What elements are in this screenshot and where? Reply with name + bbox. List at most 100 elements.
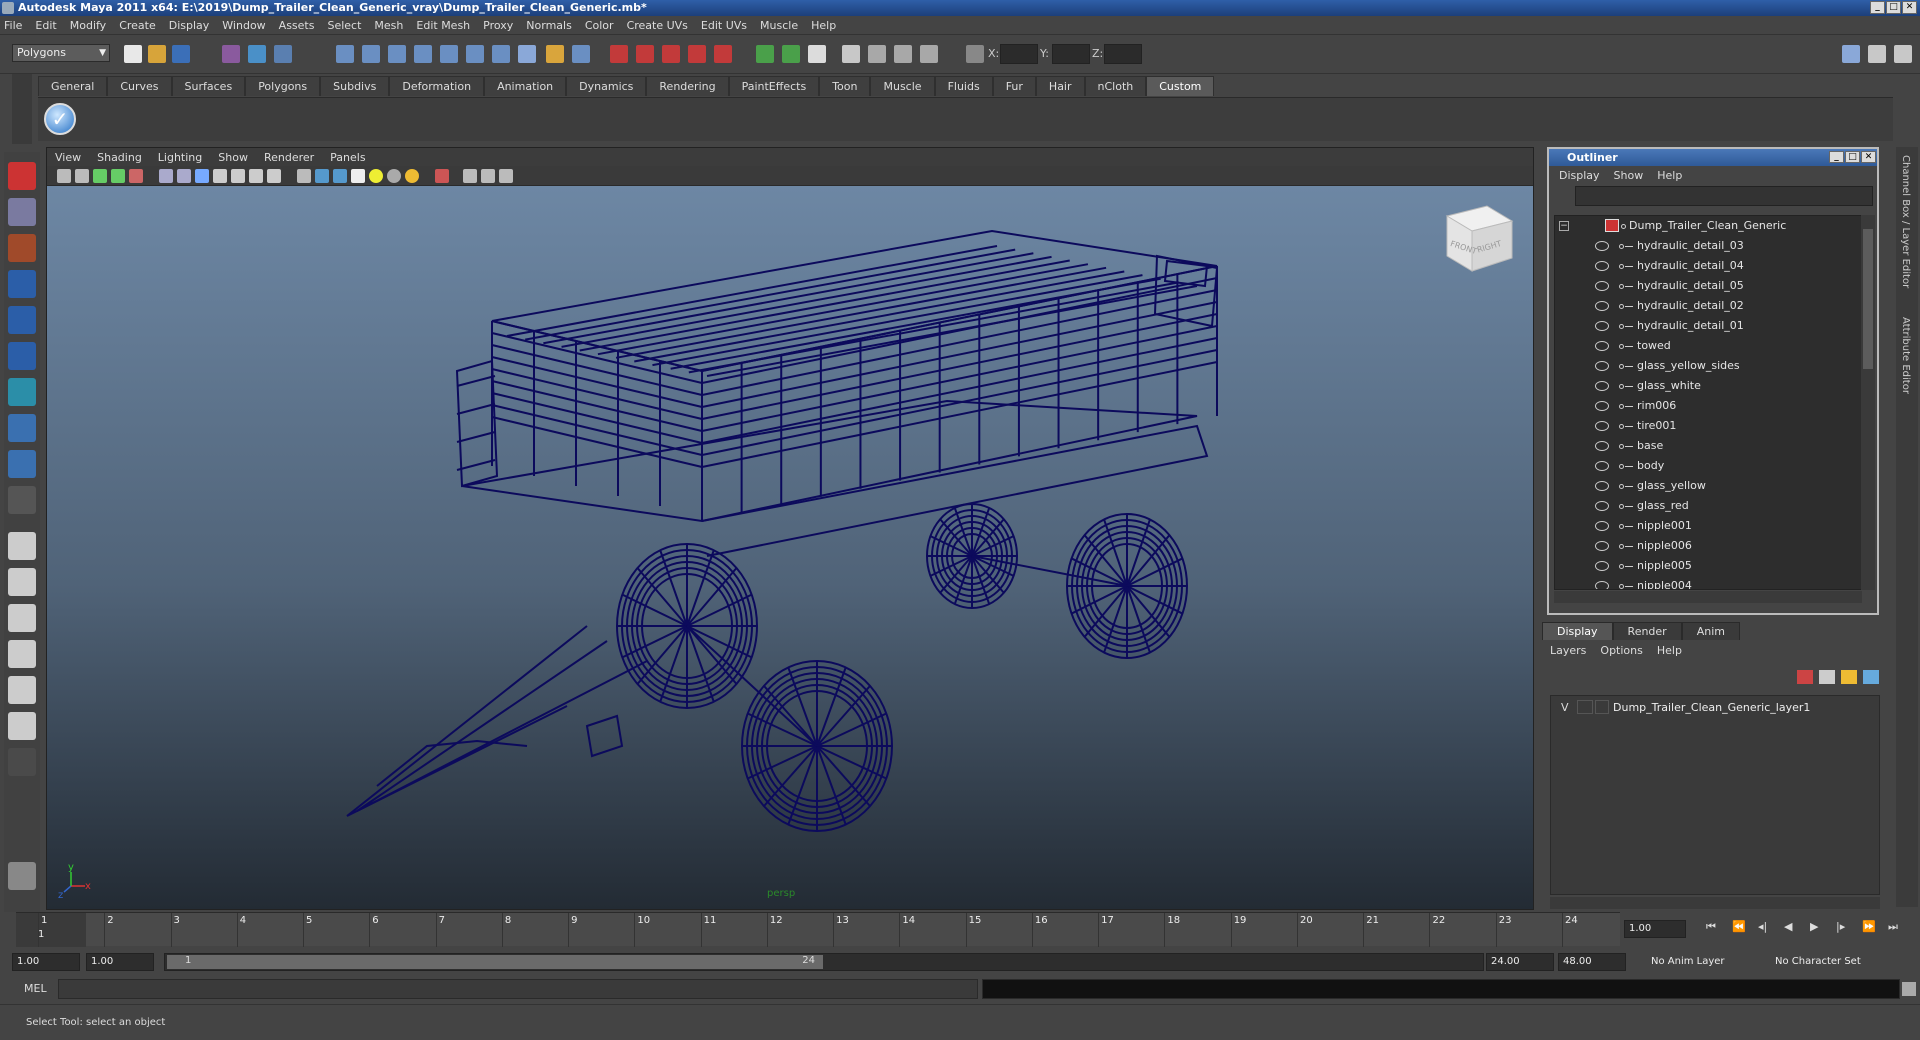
single-pane-layout-icon[interactable]: [8, 532, 36, 560]
current-frame-marker[interactable]: 1: [16, 913, 86, 947]
perspective-viewport[interactable]: View Shading Lighting Show Renderer Pane…: [46, 147, 1534, 910]
vp-menu-panels[interactable]: Panels: [330, 151, 365, 164]
paint-select-icon[interactable]: [8, 234, 36, 262]
shelf-tab-fur[interactable]: Fur: [992, 76, 1036, 96]
show-modeling-icon[interactable]: [756, 45, 774, 63]
hand-tool-icon[interactable]: [8, 862, 36, 890]
shelf-tab-dynamics[interactable]: Dynamics: [566, 76, 647, 96]
textured-cube-icon[interactable]: [333, 169, 347, 183]
rotate-tool-icon[interactable]: [8, 306, 36, 334]
save-scene-icon[interactable]: [172, 45, 190, 63]
layout-expand-icon[interactable]: [8, 748, 36, 776]
layer-color-swatch[interactable]: [1595, 700, 1609, 714]
command-language-label[interactable]: MEL: [24, 982, 47, 995]
outliner-item[interactable]: glass_yellow: [1555, 476, 1855, 496]
shaded-cube-icon[interactable]: [315, 169, 329, 183]
layer-tab-render[interactable]: Render: [1612, 622, 1682, 640]
shelf-tab-deformation[interactable]: Deformation: [389, 76, 485, 96]
render-view-icon[interactable]: [714, 45, 732, 63]
outliner-item[interactable]: nipple001: [1555, 516, 1855, 536]
go-to-end-icon[interactable]: ⏭: [1888, 920, 1898, 934]
outliner-item[interactable]: body: [1555, 456, 1855, 476]
layer-editor-icon[interactable]: [894, 45, 912, 63]
open-scene-icon[interactable]: [148, 45, 166, 63]
outliner-item[interactable]: base: [1555, 436, 1855, 456]
outliner-layout-icon[interactable]: [8, 604, 36, 632]
outliner-item[interactable]: nipple004: [1555, 576, 1855, 589]
menu-mesh[interactable]: Mesh: [374, 19, 403, 32]
time-slider[interactable]: 1 1 2 3 4 5 6 7 8 9 10 11 12 13 14 15 16 17 18 19 20 21 22 23 2…: [16, 912, 1620, 947]
outliner-close-button[interactable]: ✕: [1861, 151, 1876, 163]
current-time-field[interactable]: 1.00: [1624, 920, 1686, 938]
isolate-icon[interactable]: [267, 169, 281, 183]
outliner-menu-show[interactable]: Show: [1614, 169, 1644, 182]
render-current-icon[interactable]: [610, 45, 628, 63]
snap-curve-icon[interactable]: [362, 45, 380, 63]
wire-cube-icon[interactable]: [297, 169, 311, 183]
view-cube[interactable]: FRONT RIGHT: [1445, 205, 1514, 272]
image-plane-icon[interactable]: [111, 169, 125, 183]
maximize-button[interactable]: □: [1886, 1, 1901, 14]
outliner-item[interactable]: rim006: [1555, 396, 1855, 416]
snap-point-icon[interactable]: [388, 45, 406, 63]
layer-tab-anim[interactable]: Anim: [1681, 622, 1740, 640]
playback-start-field[interactable]: 1.00: [86, 953, 154, 971]
share-icon[interactable]: [499, 169, 513, 183]
shelf-tab-ncloth[interactable]: nCloth: [1084, 76, 1147, 96]
layer-down-icon[interactable]: [1863, 670, 1879, 684]
show-manipulator-icon[interactable]: [8, 450, 36, 478]
outliner-item[interactable]: hydraulic_detail_04: [1555, 256, 1855, 276]
default-light-icon[interactable]: [369, 169, 383, 183]
shelf-tab-general[interactable]: General: [38, 76, 108, 96]
shelf-tab-muscle[interactable]: Muscle: [870, 76, 935, 96]
transform-input-icon[interactable]: [966, 45, 984, 63]
menu-edit-mesh[interactable]: Edit Mesh: [416, 19, 470, 32]
lights-icon[interactable]: [213, 169, 227, 183]
last-tool-icon[interactable]: [8, 486, 36, 514]
select-tool-icon[interactable]: [8, 162, 36, 190]
menu-proxy[interactable]: Proxy: [483, 19, 513, 32]
shadows-icon[interactable]: [231, 169, 245, 183]
frame-selected-icon[interactable]: [481, 169, 495, 183]
layer-menu-options[interactable]: Options: [1600, 644, 1642, 657]
menu-modify[interactable]: Modify: [70, 19, 106, 32]
hypershade-icon[interactable]: [688, 45, 706, 63]
new-layer-icon[interactable]: [1797, 670, 1813, 684]
all-lights-icon[interactable]: [387, 169, 401, 183]
script-editor-icon[interactable]: [1902, 982, 1916, 996]
shelf-tab-curves[interactable]: Curves: [107, 76, 172, 96]
range-track[interactable]: 1 24: [164, 953, 1484, 971]
shelf-tab-custom[interactable]: Custom: [1146, 76, 1215, 96]
layer-tab-display[interactable]: Display: [1542, 622, 1613, 640]
shelf-tab-fluids[interactable]: Fluids: [934, 76, 993, 96]
range-bar[interactable]: 1 24: [167, 955, 823, 969]
outliner-minimize-button[interactable]: _: [1829, 151, 1844, 163]
dope-sheet-layout-icon[interactable]: [8, 712, 36, 740]
menu-assets[interactable]: Assets: [279, 19, 315, 32]
textured-icon[interactable]: [195, 169, 209, 183]
render-settings-icon[interactable]: [662, 45, 680, 63]
outliner-item[interactable]: glass_white: [1555, 376, 1855, 396]
show-shelf-icon[interactable]: [782, 45, 800, 63]
soft-mod-icon[interactable]: [8, 414, 36, 442]
outliner-vertical-scrollbar[interactable]: [1861, 215, 1875, 590]
command-input[interactable]: [58, 979, 978, 999]
new-scene-icon[interactable]: [124, 45, 142, 63]
outliner-menu-display[interactable]: Display: [1559, 169, 1600, 182]
shelf-tab-subdivs[interactable]: Subdivs: [320, 76, 390, 96]
layer-menu-layers[interactable]: Layers: [1550, 644, 1586, 657]
outliner-item[interactable]: towed: [1555, 336, 1855, 356]
playback-end-field[interactable]: 24.00: [1486, 953, 1554, 971]
step-forward-key-icon[interactable]: ⏩: [1862, 920, 1876, 933]
menu-create[interactable]: Create: [119, 19, 156, 32]
menu-create-uvs[interactable]: Create UVs: [627, 19, 688, 32]
output-ops-icon[interactable]: [492, 45, 510, 63]
layer-up-icon[interactable]: [1841, 670, 1857, 684]
menu-normals[interactable]: Normals: [526, 19, 572, 32]
select-camera-icon[interactable]: [435, 169, 449, 183]
lasso-tool-icon[interactable]: [8, 198, 36, 226]
step-forward-frame-icon[interactable]: |▸: [1836, 920, 1845, 933]
layer-type-toggle[interactable]: [1577, 700, 1593, 714]
menu-file[interactable]: File: [4, 19, 22, 32]
outliner-item[interactable]: hydraulic_detail_05: [1555, 276, 1855, 296]
